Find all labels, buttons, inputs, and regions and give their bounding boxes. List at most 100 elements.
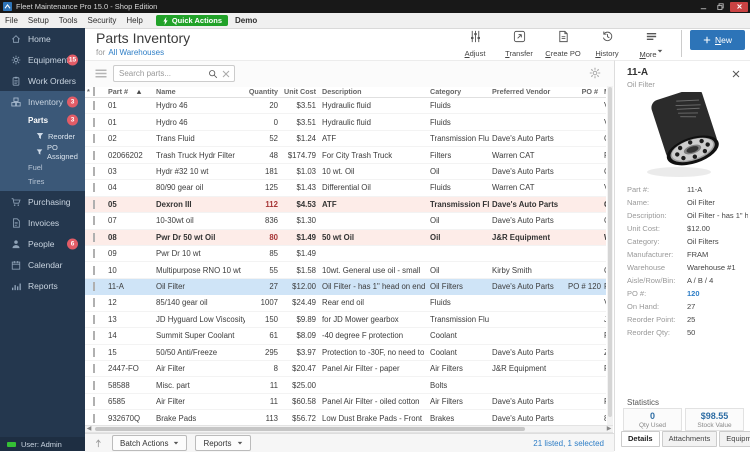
row-checkbox[interactable] <box>93 150 95 160</box>
create-po-button[interactable]: Create PO <box>541 29 585 58</box>
sidebar-item-fuel[interactable]: Fuel <box>0 160 85 174</box>
sidebar-item-work-orders[interactable]: Work Orders <box>0 70 85 91</box>
list-view-icon[interactable] <box>94 68 108 79</box>
row-checkbox[interactable] <box>93 331 95 341</box>
minimize-button[interactable] <box>696 2 711 12</box>
sidebar-item-equipment[interactable]: Equipment 15 <box>0 49 85 70</box>
row-checkbox[interactable] <box>93 199 95 209</box>
row-checkbox[interactable] <box>93 101 95 111</box>
column-header-name[interactable]: Name <box>153 87 245 96</box>
column-header-qty[interactable]: Quantity <box>245 87 281 96</box>
menu-item-help[interactable]: Help <box>121 16 147 25</box>
sidebar-item-po-assigned[interactable]: PO Assigned <box>0 143 85 161</box>
row-checkbox[interactable] <box>93 265 95 275</box>
transfer-button[interactable]: Transfer <box>497 29 541 58</box>
sidebar-item-reports[interactable]: Reports <box>0 275 85 296</box>
menu-item-tools[interactable]: Tools <box>54 16 83 25</box>
sidebar-item-reorder[interactable]: Reorder <box>0 128 85 144</box>
reports-button[interactable]: Reports <box>195 435 251 451</box>
column-header-part[interactable]: Part # <box>105 87 153 96</box>
history-button[interactable]: History <box>585 29 629 58</box>
new-button[interactable]: New <box>690 30 745 50</box>
table-row[interactable]: 02 Trans Fluid 52 $1.24 ATF Transmission Flui… <box>85 131 606 148</box>
table-row[interactable]: 08 Pwr Dr 50 wt Oil 80 $1.49 50 wt Oil Oil J&R… <box>85 229 606 246</box>
table-row[interactable]: 07 10-30wt oil 836 $1.30 Oil Dave's Auto Part… <box>85 213 606 230</box>
clear-search-icon[interactable] <box>221 69 231 79</box>
adjust-button[interactable]: Adjust <box>453 29 497 58</box>
column-header-vendor[interactable]: Preferred Vendor <box>489 87 565 96</box>
row-checkbox[interactable] <box>93 364 95 374</box>
row-checkbox[interactable] <box>93 166 95 176</box>
table-row[interactable]: 58588 Misc. part 11 $25.00 Bolts <box>85 377 606 394</box>
table-row[interactable]: 2447-FO Air Filter 8 $20.47 Panel Air Filter… <box>85 361 606 378</box>
vertical-scrollbar[interactable] <box>607 86 613 425</box>
table-row[interactable]: 03 Hydr #32 10 wt 181 $1.03 10 wt. Oil Oil Dav… <box>85 164 606 181</box>
sidebar-item-invoices[interactable]: Invoices <box>0 212 85 233</box>
menu-item-security[interactable]: Security <box>82 16 121 25</box>
sidebar-item-tires[interactable]: Tires <box>0 174 85 188</box>
row-checkbox[interactable] <box>93 298 95 308</box>
table-row[interactable]: 14 Summit Super Coolant 61 $8.09 -40 degree … <box>85 328 606 345</box>
horizontal-scrollbar-thumb[interactable] <box>95 427 525 431</box>
table-row[interactable]: 11-A Oil Filter 27 $12.00 Oil Filter - has 1… <box>85 278 606 296</box>
table-row[interactable]: 6585 Air Filter 11 $60.58 Panel Air Filter -… <box>85 394 606 411</box>
sidebar-item-parts[interactable]: Parts 3 <box>0 112 85 128</box>
sidebar-item-inventory[interactable]: Inventory 3 <box>0 91 85 112</box>
vertical-scrollbar-thumb[interactable] <box>608 87 612 417</box>
table-row[interactable]: 10 Multipurpose RNO 10 wt 55 $1.58 10wt. Gen… <box>85 262 606 279</box>
menu-item-file[interactable]: File <box>0 16 23 25</box>
row-checkbox[interactable] <box>93 134 95 144</box>
tab-attachments[interactable]: Attachments <box>661 431 718 447</box>
row-checkbox[interactable] <box>93 249 95 259</box>
column-settings-gear-icon[interactable] <box>589 67 601 79</box>
row-checkbox[interactable] <box>93 282 95 292</box>
search-icon[interactable] <box>208 69 218 79</box>
column-header-check[interactable] <box>93 87 105 96</box>
column-header-desc[interactable]: Description <box>319 87 427 96</box>
column-header-cost[interactable]: Unit Cost <box>281 87 319 96</box>
batch-actions-button[interactable]: Batch Actions <box>112 435 188 451</box>
sidebar-item-home[interactable]: Home <box>0 28 85 49</box>
scroll-left-arrow-icon[interactable]: ◀ <box>85 426 93 432</box>
select-all-checkbox[interactable] <box>93 87 95 96</box>
column-header-category[interactable]: Category <box>427 87 489 96</box>
row-checkbox[interactable] <box>93 397 95 407</box>
table-row[interactable]: 932670Q Brake Pads 113 $56.72 Low Dust Brake… <box>85 410 606 425</box>
row-checkbox[interactable] <box>93 216 95 226</box>
tab-equipment[interactable]: Equipment <box>719 431 750 447</box>
quick-actions-button[interactable]: Quick Actions <box>155 15 228 26</box>
more-button[interactable]: More <box>629 29 673 59</box>
row-checkbox[interactable] <box>93 314 95 324</box>
row-checkbox[interactable] <box>93 183 95 193</box>
table-row[interactable]: 12 85/140 gear oil 1007 $24.49 Rear end oil F… <box>85 295 606 312</box>
warehouse-filter-link[interactable]: All Warehouses <box>108 48 164 57</box>
sidebar-item-calendar[interactable]: Calendar <box>0 254 85 275</box>
table-row[interactable]: 01 Hydro 46 0 $3.51 Hydraulic fluid Fluids V <box>85 114 606 131</box>
close-panel-icon[interactable] <box>731 69 741 79</box>
row-checkbox[interactable] <box>93 117 95 127</box>
table-row[interactable]: 15 50/50 Anti/Freeze 295 $3.97 Protection to… <box>85 345 606 361</box>
sidebar-item-purchasing[interactable]: Purchasing <box>0 191 85 212</box>
row-checkbox[interactable] <box>93 413 95 423</box>
restore-button[interactable] <box>713 2 728 12</box>
collapse-panel-arrow-icon[interactable] <box>95 438 105 448</box>
scroll-right-arrow-icon[interactable]: ▶ <box>605 426 613 432</box>
po-number-link[interactable]: 120 <box>687 289 748 298</box>
table-row[interactable]: 01 Hydro 46 20 $3.51 Hydraulic fluid Fluids V <box>85 98 606 115</box>
column-header-mfr[interactable]: Manufacturer <box>601 87 606 96</box>
table-row[interactable]: 13 JD Hyguard Low Viscosity trans 150 $9.89… <box>85 312 606 329</box>
row-checkbox[interactable] <box>93 347 95 357</box>
table-row[interactable]: 02066202 Trash Truck Hydr Filter 48 $174.79… <box>85 147 606 164</box>
close-button[interactable] <box>730 1 748 12</box>
sidebar-item-people[interactable]: People 6 <box>0 233 85 254</box>
table-row[interactable]: 05 Dexron III 112 $4.53 ATF Transmission Flui… <box>85 196 606 214</box>
tab-details[interactable]: Details <box>621 431 660 447</box>
row-checkbox[interactable] <box>93 380 95 390</box>
row-checkbox[interactable] <box>93 232 95 242</box>
menu-item-setup[interactable]: Setup <box>23 16 54 25</box>
table-row[interactable]: 04 80/90 gear oil 125 $1.43 Differential Oil… <box>85 180 606 197</box>
column-header-po[interactable]: PO # <box>565 87 601 96</box>
table-row[interactable]: 09 Pwr Dr 10 wt 85 $1.49 <box>85 246 606 263</box>
horizontal-scrollbar[interactable]: ◀ ▶ <box>85 425 613 433</box>
search-input[interactable] <box>114 68 208 79</box>
